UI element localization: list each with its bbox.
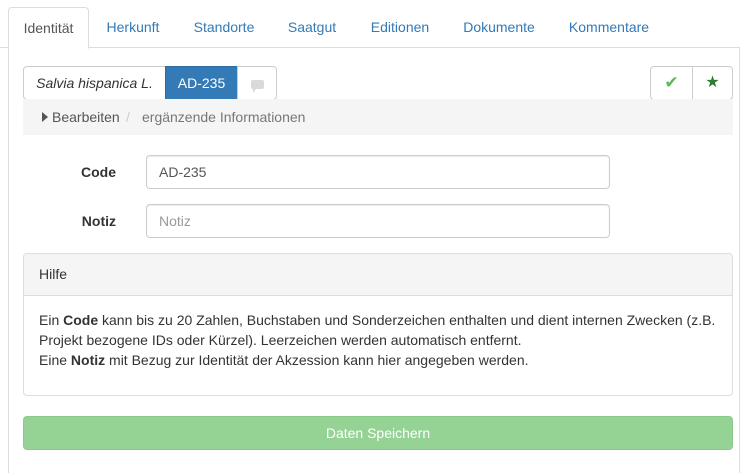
- caret-right-icon: [42, 112, 48, 122]
- tab-dokumente[interactable]: Dokumente: [452, 7, 546, 48]
- breadcrumb-edit-link[interactable]: Bearbeiten: [52, 99, 120, 135]
- code-button[interactable]: AD-235: [165, 66, 238, 100]
- help-notiz-term: Notiz: [70, 352, 106, 368]
- code-label: Code: [81, 164, 116, 180]
- breadcrumb-extra-info: ergänzende Informationen: [142, 109, 306, 125]
- comment-button[interactable]: [237, 66, 277, 100]
- tab-saatgut[interactable]: Saatgut: [278, 7, 346, 48]
- favorite-button[interactable]: ★: [692, 66, 733, 100]
- notiz-label: Notiz: [81, 213, 116, 229]
- help-panel-title: Hilfe: [24, 254, 732, 296]
- tab-herkunft[interactable]: Herkunft: [94, 7, 172, 48]
- breadcrumb: Bearbeiten / ergänzende Informationen: [23, 99, 733, 135]
- help-panel: Hilfe Ein Code kann bis zu 20 Zahlen, Bu…: [23, 253, 733, 396]
- breadcrumb-separator: /: [126, 109, 130, 125]
- notiz-input[interactable]: [146, 204, 610, 238]
- code-input[interactable]: [146, 155, 610, 189]
- star-icon: ★: [705, 74, 720, 91]
- tab-bar: Identität Herkunft Standorte Saatgut Edi…: [0, 0, 740, 49]
- tab-editionen[interactable]: Editionen: [358, 7, 442, 48]
- tab-standorte[interactable]: Standorte: [180, 7, 268, 48]
- tab-kommentare[interactable]: Kommentare: [556, 7, 662, 48]
- help-code-term: Code: [63, 312, 99, 328]
- comment-icon: [250, 80, 264, 93]
- save-button[interactable]: Daten Speichern: [23, 416, 733, 450]
- check-icon: ✔: [664, 73, 679, 92]
- help-code-text: Ein Code kann bis zu 20 Zahlen, Buchstab…: [39, 312, 716, 348]
- confirm-button[interactable]: ✔: [650, 66, 693, 100]
- help-panel-body: Ein Code kann bis zu 20 Zahlen, Buchstab…: [24, 296, 732, 384]
- help-notiz-text: Eine Notiz mit Bezug zur Identität der A…: [39, 352, 529, 368]
- species-button[interactable]: Salvia hispanica L.: [23, 66, 166, 100]
- tab-identitaet[interactable]: Identität: [8, 7, 89, 49]
